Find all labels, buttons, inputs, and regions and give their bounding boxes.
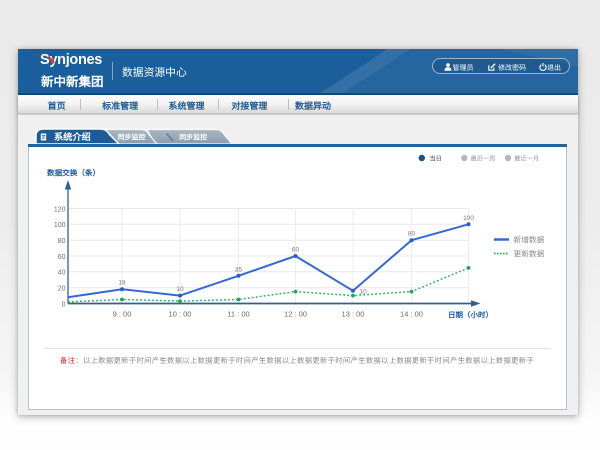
svg-text:10 : 00: 10 : 00 [169, 310, 192, 319]
svg-text:80: 80 [58, 238, 66, 245]
svg-text:10: 10 [360, 289, 368, 296]
svg-text:9 : 00: 9 : 00 [113, 310, 132, 319]
svg-text:0: 0 [62, 301, 66, 308]
svg-text:新增数据: 新增数据 [514, 236, 545, 245]
svg-text:60: 60 [58, 254, 66, 261]
svg-text:11 : 00: 11 : 00 [227, 310, 249, 319]
svg-text:60: 60 [292, 247, 300, 254]
svg-text:系统介绍: 系统介绍 [54, 131, 91, 142]
svg-text:日期（小时）: 日期（小时） [448, 311, 493, 320]
svg-text:10: 10 [176, 286, 184, 293]
svg-text:12 : 00: 12 : 00 [284, 310, 307, 319]
svg-text:35: 35 [235, 266, 243, 273]
svg-text:40: 40 [58, 270, 66, 277]
svg-text:14 : 00: 14 : 00 [400, 310, 423, 319]
svg-text:最近一周: 最近一周 [471, 155, 496, 163]
svg-text:同步监控: 同步监控 [118, 133, 146, 142]
svg-text:最近一月: 最近一月 [514, 155, 539, 163]
svg-text:120: 120 [54, 206, 66, 213]
svg-text:13 : 00: 13 : 00 [342, 310, 365, 319]
svg-text:18: 18 [118, 280, 126, 287]
svg-text:100: 100 [463, 215, 474, 222]
svg-text:当日: 当日 [430, 155, 442, 163]
svg-text:数据交换（条）: 数据交换（条） [46, 169, 100, 178]
svg-text:80: 80 [408, 231, 416, 238]
svg-text:同步监控: 同步监控 [179, 133, 207, 142]
svg-text:20: 20 [58, 286, 66, 293]
svg-text:100: 100 [54, 222, 66, 229]
svg-text:更新数据: 更新数据 [514, 250, 545, 259]
